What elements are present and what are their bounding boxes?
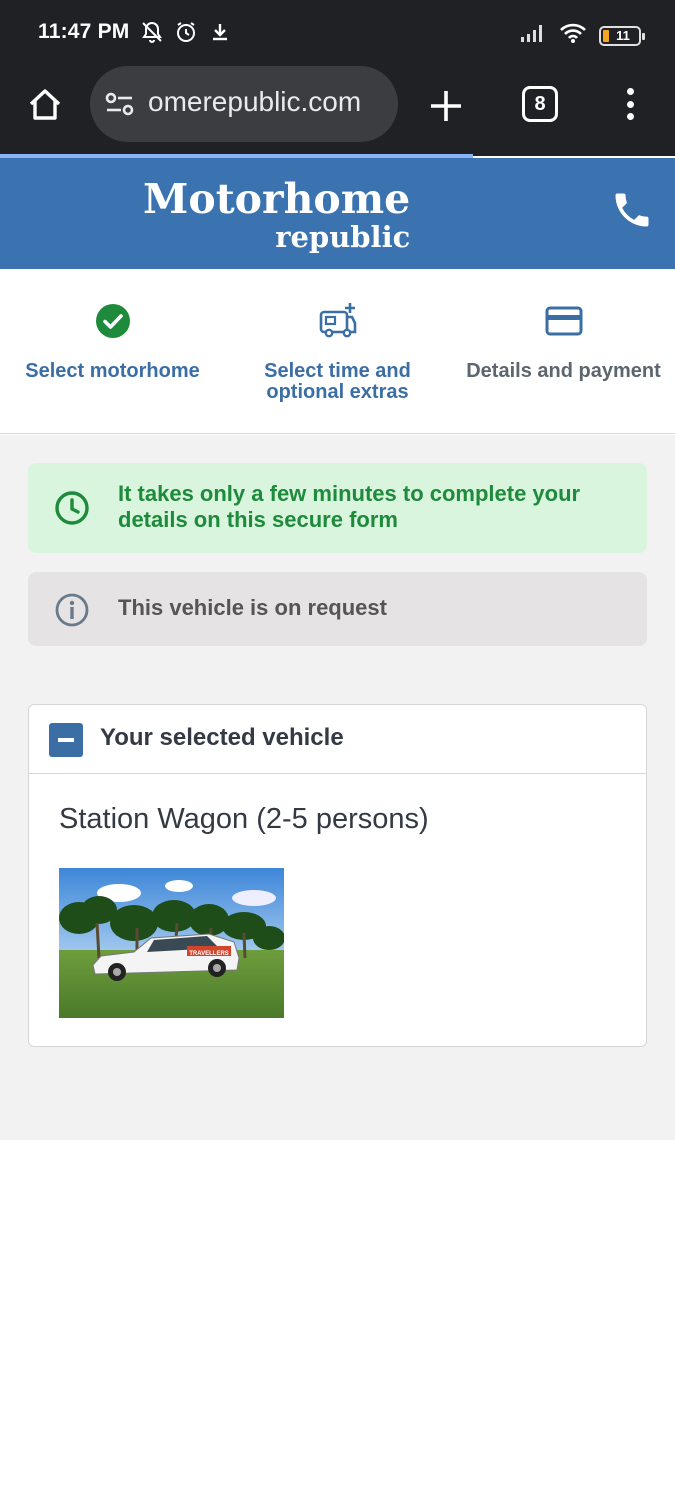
alarm-icon [174, 20, 198, 49]
battery-level: 11 [616, 28, 630, 43]
selected-vehicle-card: Your selected vehicle Station Wagon (2-5… [28, 704, 647, 1047]
booking-steps: Select motorhome Select time and optiona… [0, 269, 675, 434]
clock-icon [54, 490, 90, 531]
status-icons-right: 11 [519, 22, 645, 49]
battery-icon: 11 [599, 25, 645, 46]
download-icon [208, 20, 232, 49]
request-notice-text: This vehicle is on request [118, 595, 387, 620]
browser-toolbar: omerepublic.com 8 [0, 66, 675, 156]
step-details-payment[interactable]: Details and payment [451, 301, 675, 382]
credit-card-icon [451, 301, 675, 341]
main-content: It takes only a few minutes to complete … [0, 435, 675, 1140]
van-plus-icon [225, 301, 450, 341]
info-icon [54, 592, 90, 633]
new-tab-button[interactable] [426, 86, 466, 126]
vehicle-name: Station Wagon (2-5 persons) [59, 803, 429, 835]
url-text[interactable]: omerepublic.com [148, 86, 388, 118]
status-bar: 11:47 PM 11 [0, 0, 675, 66]
home-icon [29, 89, 61, 120]
home-button[interactable] [24, 84, 66, 126]
step-select-time-extras[interactable]: Select time and optional extras [225, 301, 450, 403]
selected-vehicle-header[interactable]: Your selected vehicle [29, 705, 646, 774]
more-menu-button[interactable] [620, 84, 640, 124]
collapse-button[interactable] [49, 723, 83, 757]
address-bar[interactable]: omerepublic.com [90, 66, 398, 142]
site-header: Motorhome republic [0, 158, 675, 269]
signal-icon [519, 23, 547, 48]
plus-icon [431, 91, 461, 121]
step-label: Details and payment [466, 360, 661, 382]
car-decal-text: TRAVELLERS [189, 951, 229, 957]
check-circle-icon [0, 301, 225, 341]
time-notice-alert: It takes only a few minutes to complete … [28, 463, 647, 553]
logo-main-text: Motorhome [143, 175, 411, 223]
site-settings-icon[interactable] [104, 90, 136, 123]
time-notice-text: It takes only a few minutes to complete … [118, 481, 581, 532]
step-label: Select motorhome [25, 360, 200, 382]
site-logo[interactable]: Motorhome republic [143, 176, 410, 252]
selected-vehicle-title: Your selected vehicle [100, 724, 344, 751]
request-notice-alert: This vehicle is on request [28, 572, 647, 646]
status-icons-left [140, 20, 232, 49]
phone-icon [615, 193, 649, 227]
tab-switcher-button[interactable]: 8 [522, 86, 558, 122]
wifi-icon [559, 22, 587, 49]
vehicle-photo[interactable]: TRAVELLERS [59, 868, 284, 1018]
step-label: Select time and optional extras [264, 360, 411, 403]
step-select-motorhome[interactable]: Select motorhome [0, 301, 225, 382]
notifications-off-icon [140, 20, 164, 49]
status-time: 11:47 PM [38, 20, 130, 43]
logo-sub-text: republic [275, 220, 411, 254]
phone-button[interactable] [610, 188, 656, 234]
